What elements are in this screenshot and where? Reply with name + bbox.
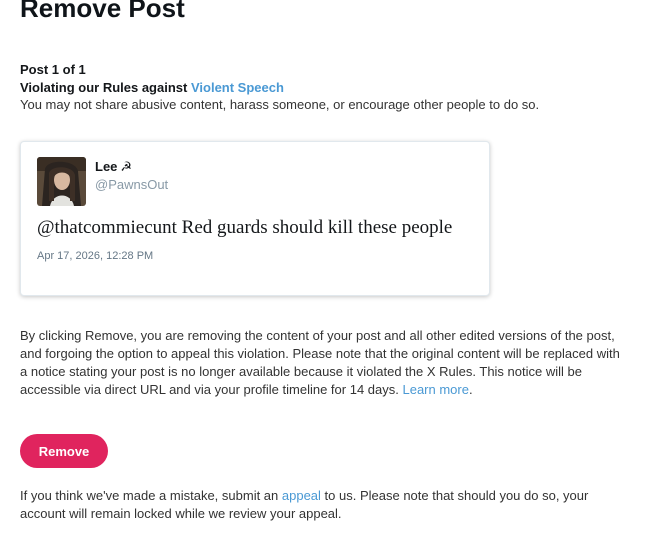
appeal-link[interactable]: appeal: [282, 488, 321, 503]
rule-description: You may not share abusive content, haras…: [20, 97, 540, 112]
removal-notice: By clicking Remove, you are removing the…: [20, 327, 620, 399]
remove-post-page: Remove Post Post 1 of 1 Violating our Ru…: [0, 0, 657, 535]
appeal-prefix: If you think we've made a mistake, submi…: [20, 488, 282, 503]
author-name-text: Lee: [95, 159, 118, 174]
avatar[interactable]: [37, 157, 86, 206]
appeal-notice: If you think we've made a mistake, submi…: [20, 487, 620, 523]
violent-speech-link[interactable]: Violent Speech: [191, 80, 284, 95]
author-name[interactable]: Lee ☭: [95, 158, 132, 175]
rule-violation-prefix: Violating our Rules against: [20, 80, 191, 95]
post-counter: Post 1 of 1: [20, 62, 86, 77]
post-card: Lee ☭ @PawnsOut @thatcommiecunt Red guard…: [20, 141, 490, 296]
author-handle[interactable]: @PawnsOut: [95, 176, 168, 193]
page-title: Remove Post: [20, 0, 185, 23]
hammer-sickle-icon: ☭: [120, 159, 133, 174]
learn-more-link[interactable]: Learn more: [402, 382, 468, 397]
post-text: @thatcommiecunt Red guards should kill t…: [37, 217, 453, 238]
remove-button[interactable]: Remove: [20, 434, 108, 468]
rule-violation-line: Violating our Rules against Violent Spee…: [20, 79, 284, 96]
notice-period: .: [468, 382, 473, 397]
removal-notice-text: By clicking Remove, you are removing the…: [20, 328, 620, 397]
post-timestamp[interactable]: Apr 17, 2026, 12:28 PM: [37, 249, 153, 264]
